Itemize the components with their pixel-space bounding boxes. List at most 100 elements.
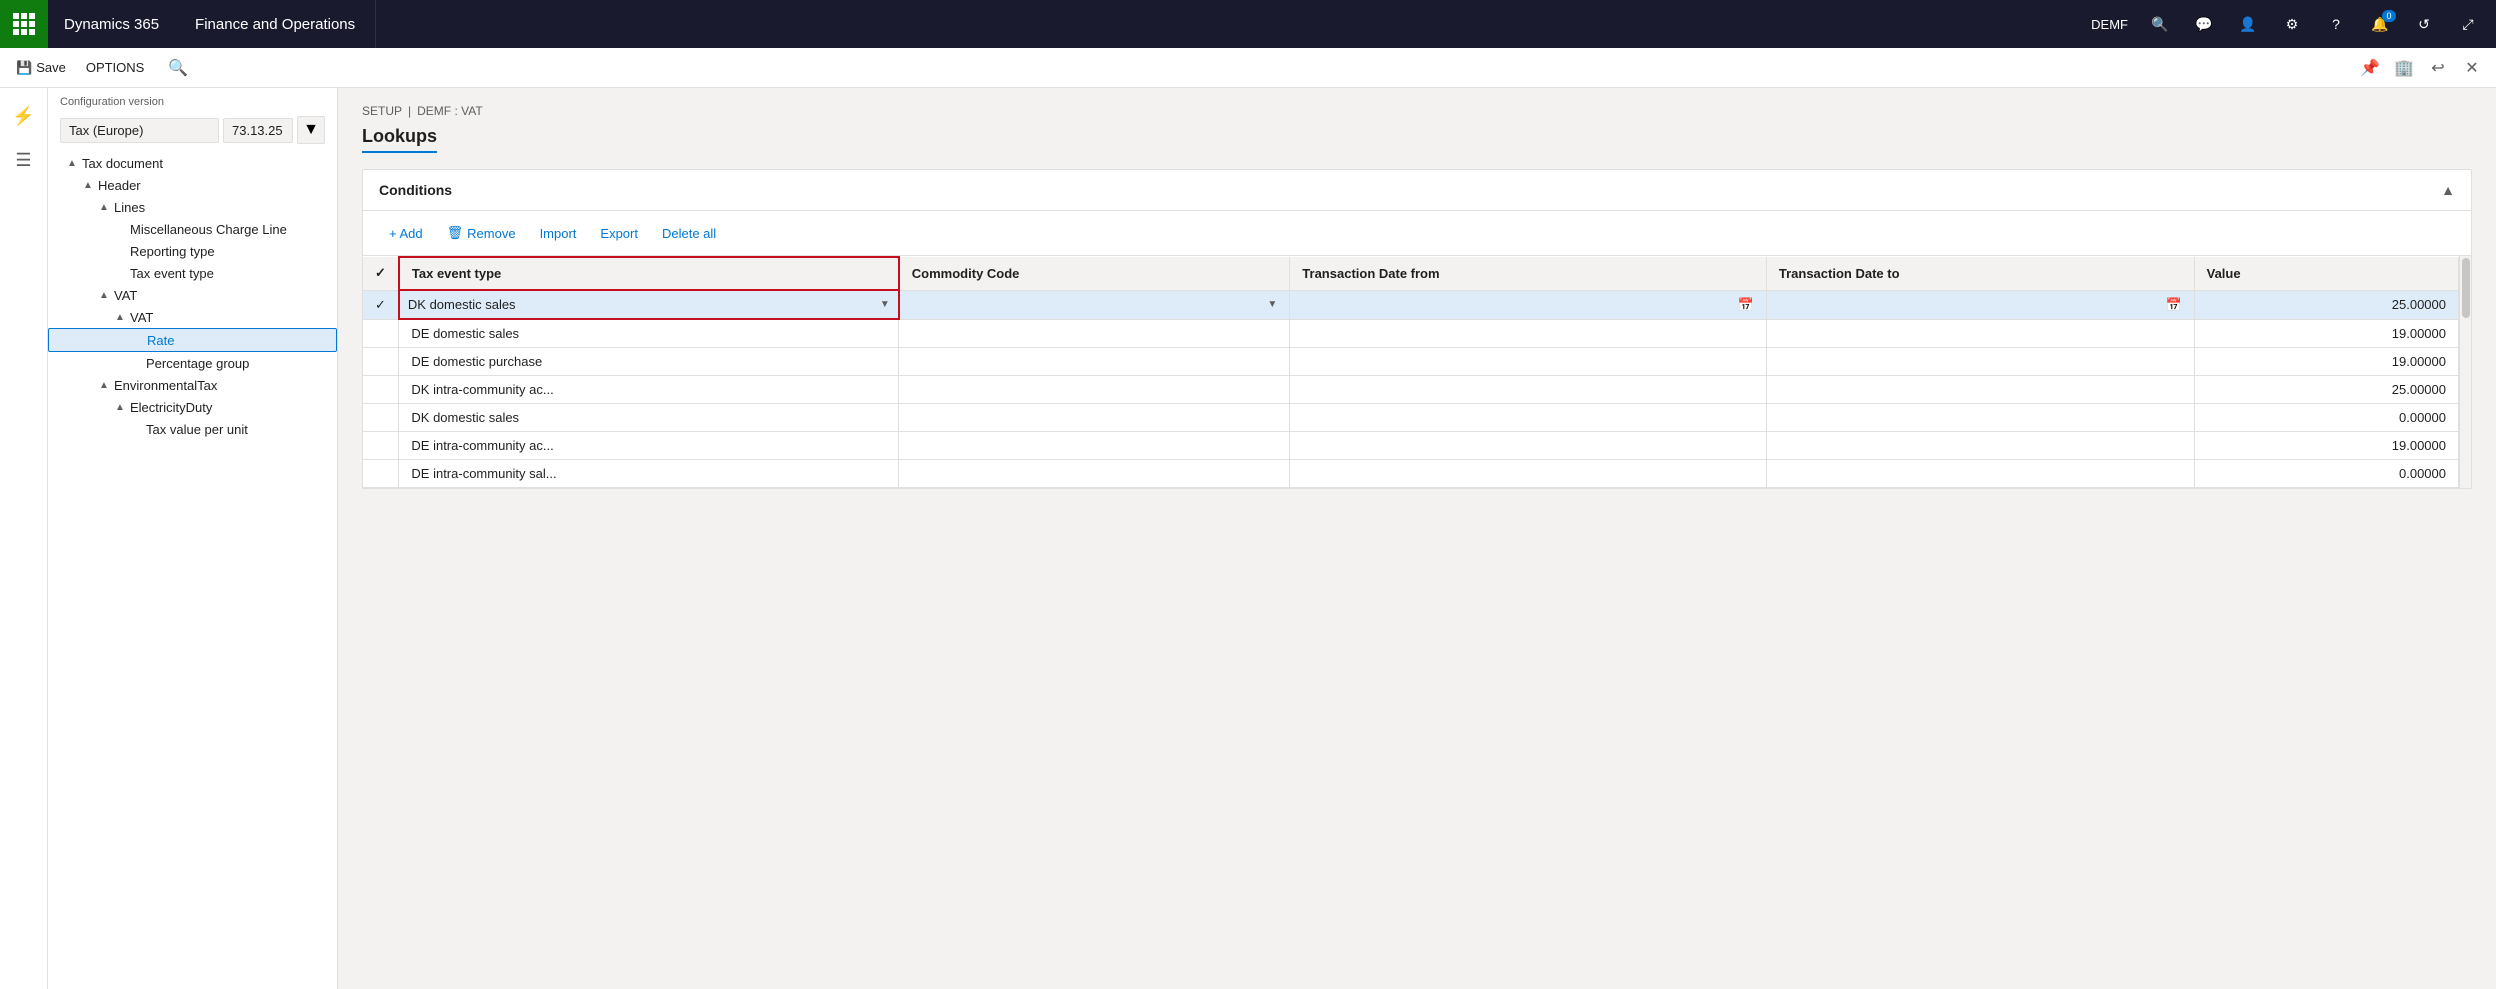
trash-icon: 🗑 — [447, 225, 464, 241]
delete-all-button[interactable]: Delete all — [652, 219, 726, 247]
tree-item-electricity-duty[interactable]: ▲ ElectricityDuty — [48, 396, 337, 418]
table-row[interactable]: DE domestic sales19.00000 — [363, 319, 2459, 348]
config-version-dropdown[interactable]: ▼ — [297, 116, 325, 144]
import-button[interactable]: Import — [530, 219, 587, 247]
row-tx-date-from[interactable] — [1290, 348, 1767, 376]
tree-label: VAT — [114, 288, 137, 303]
tree-item-header[interactable]: ▲ Header — [48, 174, 337, 196]
row-tx-date-from[interactable]: 📅 — [1290, 290, 1767, 319]
row-tax-event-type[interactable]: DK intra-community ac... — [399, 376, 899, 404]
options-button[interactable]: OPTIONS — [78, 52, 153, 84]
row-check[interactable] — [363, 460, 399, 488]
row-tax-event-type[interactable]: DE intra-community ac... — [399, 432, 899, 460]
config-version-row: Tax (Europe) 73.13.25 ▼ — [48, 112, 337, 152]
row-tx-date-to[interactable] — [1766, 404, 2194, 432]
row-check[interactable] — [363, 432, 399, 460]
config-version-number: 73.13.25 — [223, 118, 293, 143]
row-check[interactable]: ✓ — [363, 290, 399, 319]
row-commodity-code[interactable] — [899, 376, 1290, 404]
export-button[interactable]: Export — [590, 219, 648, 247]
office-button[interactable]: 🏢 — [2388, 52, 2420, 84]
row-tx-date-to[interactable] — [1766, 376, 2194, 404]
row-tax-event-type[interactable]: DE intra-community sal... — [399, 460, 899, 488]
row-tx-date-to[interactable] — [1766, 319, 2194, 348]
remove-button[interactable]: 🗑 Remove — [437, 219, 526, 247]
page-title: Lookups — [362, 126, 437, 153]
tree-item-lines[interactable]: ▲ Lines — [48, 196, 337, 218]
tree-item-rate[interactable]: Rate — [48, 328, 337, 352]
breadcrumb: SETUP | DEMF : VAT — [362, 104, 2472, 118]
table-row[interactable]: DE intra-community ac... 19.00000 — [363, 432, 2459, 460]
conditions-title: Conditions — [379, 182, 452, 198]
close-button[interactable]: ✕ — [2456, 52, 2488, 84]
main-layout: ⚡ ☰ Configuration version Tax (Europe) 7… — [0, 88, 2496, 989]
refresh-button[interactable]: ↺ — [2404, 4, 2444, 44]
save-icon: 💾 — [16, 60, 32, 76]
row-tx-date-to[interactable]: 📅 — [1766, 290, 2194, 319]
pin-button[interactable]: 📌 — [2354, 52, 2386, 84]
expand-icon: ▲ — [96, 199, 112, 215]
filter-icon-button[interactable]: ⚡ — [4, 96, 44, 136]
apps-menu-button[interactable] — [0, 0, 48, 48]
row-check[interactable] — [363, 404, 399, 432]
row-tx-date-from[interactable] — [1290, 376, 1767, 404]
row-tx-date-from[interactable] — [1290, 404, 1767, 432]
row-commodity-code[interactable] — [899, 460, 1290, 488]
conditions-table: ✓ Tax event type Commodity Code Transact… — [363, 256, 2459, 488]
row-tax-event-type[interactable]: DK domestic sales — [399, 404, 899, 432]
row-tx-date-from[interactable] — [1290, 460, 1767, 488]
row-tax-event-type[interactable]: DK domestic sales ▼ — [399, 290, 899, 319]
table-row[interactable]: DE domestic purchase19.00000 — [363, 348, 2459, 376]
save-label: Save — [36, 60, 66, 75]
row-tx-date-to[interactable] — [1766, 348, 2194, 376]
menu-icon-button[interactable]: ☰ — [4, 140, 44, 180]
collapse-button[interactable]: ▲ — [2441, 182, 2455, 198]
table-row[interactable]: ✓ DK domestic sales ▼ ▼ 📅 📅 25.00000 — [363, 290, 2459, 319]
tree-item-tax-document[interactable]: ▲ Tax document — [48, 152, 337, 174]
maximize-button[interactable]: ⤢ — [2448, 4, 2488, 44]
row-commodity-code[interactable] — [899, 432, 1290, 460]
row-tax-event-type[interactable]: DE domestic sales — [399, 319, 899, 348]
expand-icon — [112, 265, 128, 281]
row-commodity-code[interactable]: ▼ — [899, 290, 1290, 319]
table-row[interactable]: DK intra-community ac...25.00000 — [363, 376, 2459, 404]
row-tax-event-type[interactable]: DE domestic purchase — [399, 348, 899, 376]
tree-label: Tax value per unit — [146, 422, 248, 437]
tree-item-tax-value-per-unit[interactable]: Tax value per unit — [48, 418, 337, 440]
settings-button[interactable]: ⚙ — [2272, 4, 2312, 44]
tree-item-tax-event-type[interactable]: Tax event type — [48, 262, 337, 284]
row-check[interactable] — [363, 319, 399, 348]
search-nav-button[interactable]: 🔍 — [2140, 4, 2180, 44]
expand-icon — [112, 243, 128, 259]
table-scrollbar[interactable] — [2459, 256, 2471, 488]
tree-item-vat2[interactable]: ▲ VAT — [48, 306, 337, 328]
undo-button[interactable]: ↩ — [2422, 52, 2454, 84]
row-tx-date-from[interactable] — [1290, 319, 1767, 348]
tree-item-vat1[interactable]: ▲ VAT — [48, 284, 337, 306]
add-button[interactable]: + Add — [379, 219, 433, 247]
tree-item-misc-charge-line[interactable]: Miscellaneous Charge Line — [48, 218, 337, 240]
chat-button[interactable]: 💬 — [2184, 4, 2224, 44]
tree-item-reporting-type[interactable]: Reporting type — [48, 240, 337, 262]
save-button[interactable]: 💾 Save — [8, 52, 74, 84]
apps-grid-icon — [13, 13, 35, 35]
row-commodity-code[interactable] — [899, 319, 1290, 348]
row-commodity-code[interactable] — [899, 404, 1290, 432]
row-check[interactable] — [363, 348, 399, 376]
row-check[interactable] — [363, 376, 399, 404]
row-value: 19.00000 — [2194, 432, 2458, 460]
notifications-button[interactable]: 🔔 0 — [2360, 4, 2400, 44]
tree-label: Miscellaneous Charge Line — [130, 222, 287, 237]
help-button[interactable]: ? — [2316, 4, 2356, 44]
table-row[interactable]: DK domestic sales0.00000 — [363, 404, 2459, 432]
user-settings-button[interactable]: 👤 — [2228, 4, 2268, 44]
row-tx-date-to[interactable] — [1766, 432, 2194, 460]
tree-item-percentage-group[interactable]: Percentage group — [48, 352, 337, 374]
app-name-label: Finance and Operations — [175, 16, 375, 33]
toolbar-search-button[interactable]: 🔍 — [164, 54, 192, 82]
row-commodity-code[interactable] — [899, 348, 1290, 376]
row-tx-date-from[interactable] — [1290, 432, 1767, 460]
tree-item-environmental-tax[interactable]: ▲ EnvironmentalTax — [48, 374, 337, 396]
table-row[interactable]: DE intra-community sal...0.00000 — [363, 460, 2459, 488]
row-tx-date-to[interactable] — [1766, 460, 2194, 488]
